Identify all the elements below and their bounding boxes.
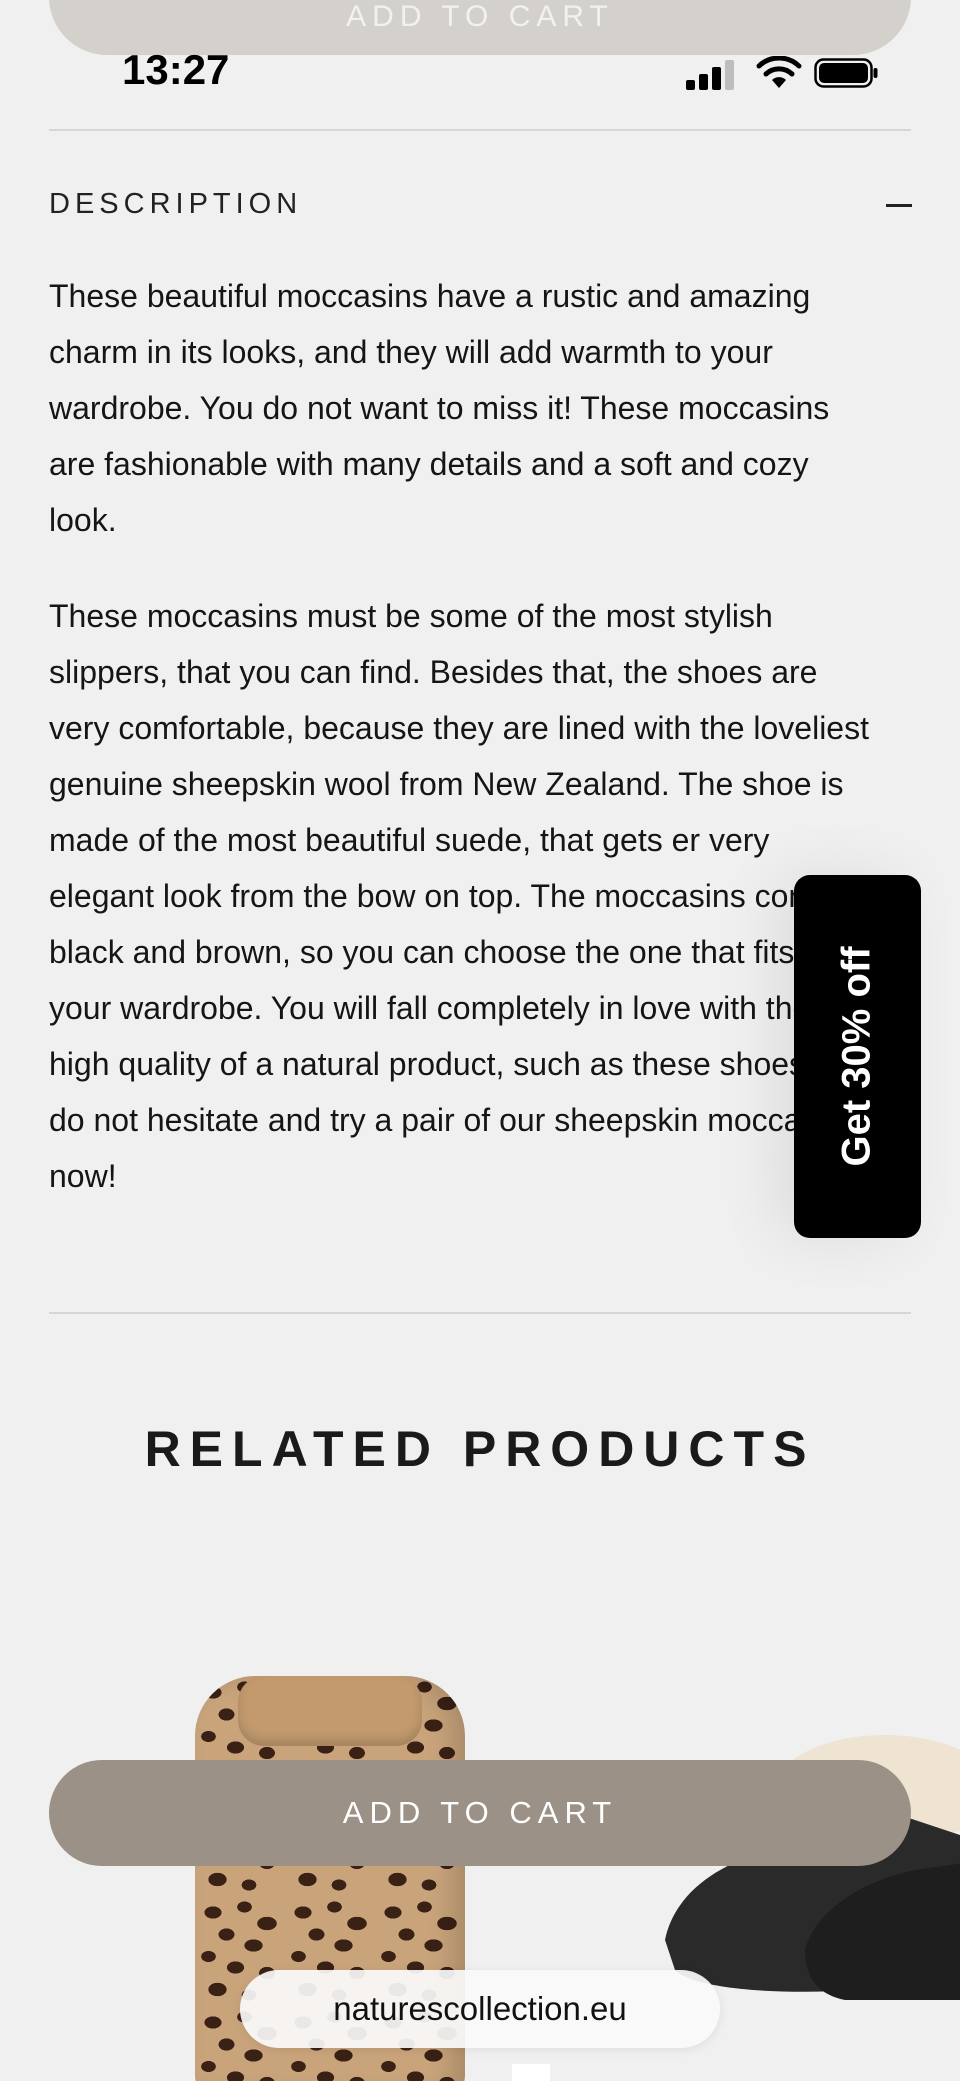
status-icons bbox=[686, 52, 881, 92]
product-image-leopard-neck bbox=[238, 1676, 422, 1746]
wifi-icon bbox=[756, 56, 802, 88]
discount-promo-tab[interactable]: Get 30% off bbox=[794, 875, 921, 1238]
sticky-add-to-cart-label: ADD TO CART bbox=[346, 0, 614, 33]
add-to-cart-label: ADD TO CART bbox=[342, 1795, 618, 1830]
description-paragraph-1: These beautiful moccasins have a rustic … bbox=[49, 278, 830, 538]
signal-icon bbox=[686, 60, 734, 90]
collapse-minus-icon[interactable] bbox=[886, 204, 912, 207]
description-paragraph-2: These moccasins must be some of the most… bbox=[49, 598, 869, 1194]
browser-url-bar[interactable]: naturescollection.eu bbox=[240, 1970, 720, 2048]
divider-bottom bbox=[49, 1312, 911, 1314]
add-to-cart-button[interactable]: ADD TO CART bbox=[49, 1760, 911, 1866]
status-time: 13:27 bbox=[122, 46, 230, 93]
description-heading[interactable]: DESCRIPTION bbox=[49, 188, 302, 221]
discount-promo-label: Get 30% off bbox=[835, 946, 880, 1167]
scroll-indicator bbox=[512, 2064, 550, 2081]
battery-icon bbox=[814, 58, 878, 88]
browser-url-text: naturescollection.eu bbox=[333, 1990, 627, 2027]
divider-top bbox=[49, 129, 911, 131]
related-products-title: RELATED PRODUCTS bbox=[144, 1421, 816, 1477]
